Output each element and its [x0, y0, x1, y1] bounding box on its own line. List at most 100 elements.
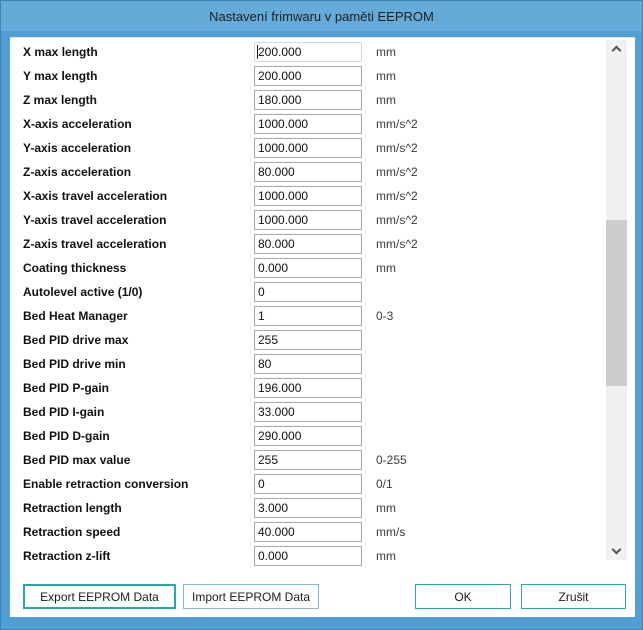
setting-label: X max length [23, 42, 98, 62]
setting-input-wrap [254, 186, 362, 206]
setting-input-wrap [254, 90, 362, 110]
eeprom-settings-dialog: Nastavení frimwaru v paměti EEPROM X max… [0, 0, 643, 630]
setting-input-wrap [254, 330, 362, 350]
setting-input-wrap [254, 210, 362, 230]
setting-label: Bed Heat Manager [23, 306, 128, 326]
setting-input[interactable] [254, 402, 362, 422]
setting-label: Y-axis acceleration [23, 138, 131, 158]
setting-row: X-axis travel acceleration mm/s^2 [10, 186, 610, 206]
setting-label: Coating thickness [23, 258, 126, 278]
setting-input[interactable] [254, 90, 362, 110]
import-eeprom-button[interactable]: Import EEPROM Data [183, 584, 319, 609]
setting-input[interactable] [254, 498, 362, 518]
ok-button[interactable]: OK [415, 584, 511, 609]
setting-input-wrap [254, 522, 362, 542]
setting-input-wrap [254, 474, 362, 494]
scroll-down-button[interactable] [606, 543, 627, 560]
scrollbar-thumb[interactable] [606, 220, 627, 386]
setting-row: X max length mm [10, 42, 610, 62]
setting-input-wrap [254, 66, 362, 86]
setting-unit: mm/s [376, 522, 405, 542]
setting-label: Bed PID drive min [23, 354, 126, 374]
setting-row: Y-axis travel acceleration mm/s^2 [10, 210, 610, 230]
export-eeprom-button[interactable]: Export EEPROM Data [23, 584, 176, 609]
setting-input-wrap [254, 42, 362, 62]
setting-unit: mm/s^2 [376, 234, 418, 254]
setting-input[interactable] [254, 522, 362, 542]
setting-input[interactable] [254, 42, 362, 62]
setting-label: X-axis travel acceleration [23, 186, 167, 206]
setting-label: Retraction speed [23, 522, 120, 542]
setting-input-wrap [254, 258, 362, 278]
setting-row: Coating thickness mm [10, 258, 610, 278]
setting-row: Enable retraction conversion 0/1 [10, 474, 610, 494]
setting-input[interactable] [254, 354, 362, 374]
setting-input[interactable] [254, 114, 362, 134]
setting-label: Z-axis travel acceleration [23, 234, 166, 254]
setting-unit: mm [376, 258, 396, 278]
setting-input[interactable] [254, 330, 362, 350]
setting-input[interactable] [254, 546, 362, 566]
setting-label: Bed PID D-gain [23, 426, 110, 446]
setting-input-wrap [254, 402, 362, 422]
setting-input[interactable] [254, 186, 362, 206]
setting-input[interactable] [254, 450, 362, 470]
setting-input[interactable] [254, 138, 362, 158]
setting-unit: 0/1 [376, 474, 393, 494]
text-caret [257, 45, 258, 59]
setting-label: Bed PID drive max [23, 330, 128, 350]
setting-label: Enable retraction conversion [23, 474, 188, 494]
cancel-button[interactable]: Zrušit [521, 584, 626, 609]
setting-row: Retraction speed mm/s [10, 522, 610, 542]
setting-input-wrap [254, 234, 362, 254]
setting-unit: mm/s^2 [376, 186, 418, 206]
chevron-down-icon [612, 545, 622, 555]
setting-input[interactable] [254, 210, 362, 230]
setting-input[interactable] [254, 234, 362, 254]
setting-input[interactable] [254, 162, 362, 182]
setting-row: Y-axis acceleration mm/s^2 [10, 138, 610, 158]
scroll-up-button[interactable] [606, 40, 627, 57]
setting-input-wrap [254, 162, 362, 182]
setting-row: Bed PID max value 0-255 [10, 450, 610, 470]
setting-input-wrap [254, 426, 362, 446]
setting-unit: mm/s^2 [376, 162, 418, 182]
dialog-body: X max length mm Y max length mm Z max le… [10, 37, 635, 617]
titlebar[interactable]: Nastavení frimwaru v paměti EEPROM [1, 1, 642, 31]
setting-input-wrap [254, 138, 362, 158]
setting-label: Autolevel active (1/0) [23, 282, 142, 302]
setting-label: X-axis acceleration [23, 114, 132, 134]
vertical-scrollbar[interactable] [606, 40, 627, 560]
setting-row: X-axis acceleration mm/s^2 [10, 114, 610, 134]
setting-input[interactable] [254, 66, 362, 86]
setting-unit: mm [376, 90, 396, 110]
setting-label: Bed PID max value [23, 450, 130, 470]
setting-unit: 0-255 [376, 450, 407, 470]
setting-unit: mm/s^2 [376, 114, 418, 134]
setting-input-wrap [254, 546, 362, 566]
setting-input-wrap [254, 306, 362, 326]
setting-label: Y-axis travel acceleration [23, 210, 166, 230]
setting-input[interactable] [254, 426, 362, 446]
setting-label: Bed PID P-gain [23, 378, 109, 398]
setting-unit: mm [376, 546, 396, 566]
setting-row: Bed PID I-gain [10, 402, 610, 422]
setting-input-wrap [254, 354, 362, 374]
setting-input[interactable] [254, 282, 362, 302]
setting-input-wrap [254, 498, 362, 518]
setting-row: Bed PID D-gain [10, 426, 610, 446]
setting-input[interactable] [254, 474, 362, 494]
setting-input[interactable] [254, 378, 362, 398]
setting-row: Bed PID P-gain [10, 378, 610, 398]
setting-label: Retraction length [23, 498, 122, 518]
setting-label: Retraction z-lift [23, 546, 110, 566]
setting-input-wrap [254, 450, 362, 470]
setting-input[interactable] [254, 258, 362, 278]
setting-row: Bed PID drive min [10, 354, 610, 374]
setting-label: Bed PID I-gain [23, 402, 104, 422]
setting-input[interactable] [254, 306, 362, 326]
setting-input-wrap [254, 378, 362, 398]
setting-label: Z max length [23, 90, 97, 110]
chevron-up-icon [612, 46, 622, 56]
setting-unit: 0-3 [376, 306, 393, 326]
